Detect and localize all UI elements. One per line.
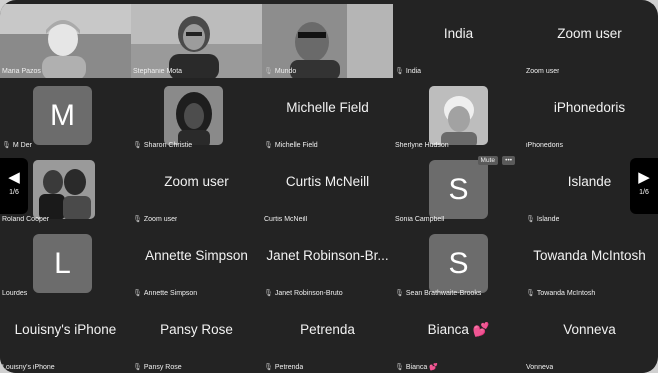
page-indicator: 1/6	[639, 189, 649, 196]
page-indicator: 1/6	[9, 189, 19, 196]
participant-name-label: 🎙 M Der	[2, 142, 32, 149]
participant-tile-sean-brathwaite-brooks[interactable]: S 🎙 Sean Brathwaite-Brooks	[393, 226, 524, 300]
participant-name-label: 🎙 Islande	[526, 216, 560, 223]
muted-mic-icon: 🎙	[264, 364, 273, 371]
avatar: M	[33, 86, 92, 145]
next-page-button[interactable]: ▶ 1/6	[630, 158, 658, 214]
participant-name-label: 🎙 Michelle Field	[264, 142, 318, 149]
participant-tile-janet-robinson-bruto[interactable]: Janet Robinson-Br... 🎙 Janet Robinson-Bru…	[262, 226, 393, 300]
participant-name-label: 🎙 Sharon Christie	[133, 142, 193, 149]
participant-tile-m-der[interactable]: M 🎙 M Der	[0, 78, 131, 152]
participant-display-name: Louisny's iPhone	[14, 322, 117, 337]
participant-name-label: Lourdes	[2, 290, 28, 297]
participant-name-label: Curtis McNeill	[264, 216, 308, 223]
chevron-left-icon: ◀	[8, 169, 20, 186]
participant-tile-curtis-mcneill[interactable]: Curtis McNeill Curtis McNeill	[262, 152, 393, 226]
participant-name-label: 🎙 Zoom user	[133, 216, 178, 223]
participant-display-name: Zoom user	[557, 26, 622, 41]
participant-name-label: Stephanie Mota	[133, 68, 183, 75]
participant-tile-india[interactable]: India 🎙 India	[393, 4, 524, 78]
participant-display-name: Curtis McNeill	[285, 174, 370, 189]
mute-button[interactable]: Mute	[477, 156, 498, 165]
profile-photo	[33, 160, 95, 219]
participant-name-label: Louisny's iPhone	[2, 364, 55, 371]
participant-tile-sharon-christie[interactable]: 🎙 Sharon Christie	[131, 78, 262, 152]
participant-tile-sherlyne-hudson[interactable]: Sherlyne Hudson	[393, 78, 524, 152]
participant-tile-mundo[interactable]: 🎙 Mundo	[262, 4, 393, 78]
participant-tile-annette-simpson[interactable]: Annette Simpson 🎙 Annette Simpson	[131, 226, 262, 300]
participant-display-name: Petrenda	[300, 322, 355, 337]
participant-name-label: 🎙 Mundo	[264, 68, 297, 75]
avatar: L	[33, 234, 92, 293]
participant-name-label: Zoom user	[526, 68, 560, 75]
participant-tile-towanda-mcintosh[interactable]: Towanda McIntosh 🎙 Towanda McIntosh	[524, 226, 655, 300]
muted-mic-icon: 🎙	[395, 68, 404, 75]
avatar: S	[429, 160, 488, 219]
participant-display-name: Bianca 💕	[427, 322, 490, 337]
participant-tile-sonia-campbell[interactable]: S Mute ••• Sonia Campbell	[393, 152, 524, 226]
participant-display-name: Pansy Rose	[160, 322, 233, 337]
participant-display-name: Towanda McIntosh	[533, 248, 646, 263]
participant-name-label: 🎙 India	[395, 68, 422, 75]
participant-name-label: 🎙 Sean Brathwaite-Brooks	[395, 290, 482, 297]
participant-name-label: Vonneva	[526, 364, 554, 371]
muted-mic-icon: 🎙	[2, 142, 11, 149]
muted-mic-icon: 🎙	[264, 68, 273, 75]
participant-tile-lourdes[interactable]: L Lourdes	[0, 226, 131, 300]
participant-name-label: 🎙 Towanda McIntosh	[526, 290, 596, 297]
participant-tile-maria-pazos[interactable]: Maria Pazos	[0, 4, 131, 78]
participant-name-label: iPhonedoris	[526, 142, 563, 149]
participant-display-name: Annette Simpson	[145, 248, 248, 263]
participant-name-label: 🎙 Annette Simpson	[133, 290, 198, 297]
participant-display-name: Vonneva	[563, 322, 616, 337]
muted-mic-icon: 🎙	[133, 142, 142, 149]
profile-photo	[429, 86, 488, 145]
muted-mic-icon: 🎙	[133, 364, 142, 371]
participant-video	[0, 4, 131, 78]
participant-tile-zoom-user[interactable]: Zoom user Zoom user	[524, 4, 655, 78]
muted-mic-icon: 🎙	[133, 216, 142, 223]
participant-name-label: 🎙 Bianca 💕	[395, 364, 438, 371]
chevron-right-icon: ▶	[638, 169, 650, 186]
participant-tile-vonneva[interactable]: Vonneva Vonneva	[524, 300, 655, 373]
participant-tile-bianca[interactable]: Bianca 💕 🎙 Bianca 💕	[393, 300, 524, 373]
participant-name-label: Maria Pazos	[2, 68, 41, 75]
muted-mic-icon: 🎙	[526, 290, 535, 297]
more-options-button[interactable]: •••	[502, 156, 515, 165]
participant-tile-stephanie-mota[interactable]: Stephanie Mota	[131, 4, 262, 78]
muted-mic-icon: 🎙	[526, 216, 535, 223]
profile-photo	[164, 86, 223, 145]
participant-tile-louisny-iphone[interactable]: Louisny's iPhone Louisny's iPhone	[0, 300, 131, 373]
muted-mic-icon: 🎙	[395, 364, 404, 371]
avatar: S	[429, 234, 488, 293]
muted-mic-icon: 🎙	[264, 290, 273, 297]
previous-page-button[interactable]: ◀ 1/6	[0, 158, 28, 214]
participant-display-name: iPhonedoris	[553, 100, 626, 115]
muted-mic-icon: 🎙	[395, 290, 404, 297]
participant-tile-zoom-user-2[interactable]: Zoom user 🎙 Zoom user	[131, 152, 262, 226]
participant-display-name: Zoom user	[164, 174, 229, 189]
participant-video	[131, 4, 262, 78]
participant-display-name: Janet Robinson-Br...	[266, 248, 389, 263]
participant-tile-petrenda[interactable]: Petrenda 🎙 Petrenda	[262, 300, 393, 373]
muted-mic-icon: 🎙	[133, 290, 142, 297]
participant-name-label: Roland Cooper	[2, 216, 50, 223]
participant-display-name: Michelle Field	[286, 100, 369, 115]
participant-tile-michelle-field[interactable]: Michelle Field 🎙 Michelle Field	[262, 78, 393, 152]
participant-tile-pansy-rose[interactable]: Pansy Rose 🎙 Pansy Rose	[131, 300, 262, 373]
participant-tile-iphonedoris[interactable]: iPhonedoris iPhonedoris	[524, 78, 655, 152]
participant-name-label: 🎙 Petrenda	[264, 364, 304, 371]
muted-mic-icon: 🎙	[264, 142, 273, 149]
participant-grid: Maria Pazos Stephanie Mota 🎙 Mundo India …	[0, 0, 658, 373]
participant-name-label: 🎙 Janet Robinson-Bruto	[264, 290, 343, 297]
participant-name-label: Sonia Campbell	[395, 216, 445, 223]
participant-name-label: 🎙 Pansy Rose	[133, 364, 182, 371]
zoom-gallery-window: Maria Pazos Stephanie Mota 🎙 Mundo India …	[0, 0, 658, 373]
participant-display-name: India	[443, 26, 474, 41]
participant-name-label: Sherlyne Hudson	[395, 142, 449, 149]
